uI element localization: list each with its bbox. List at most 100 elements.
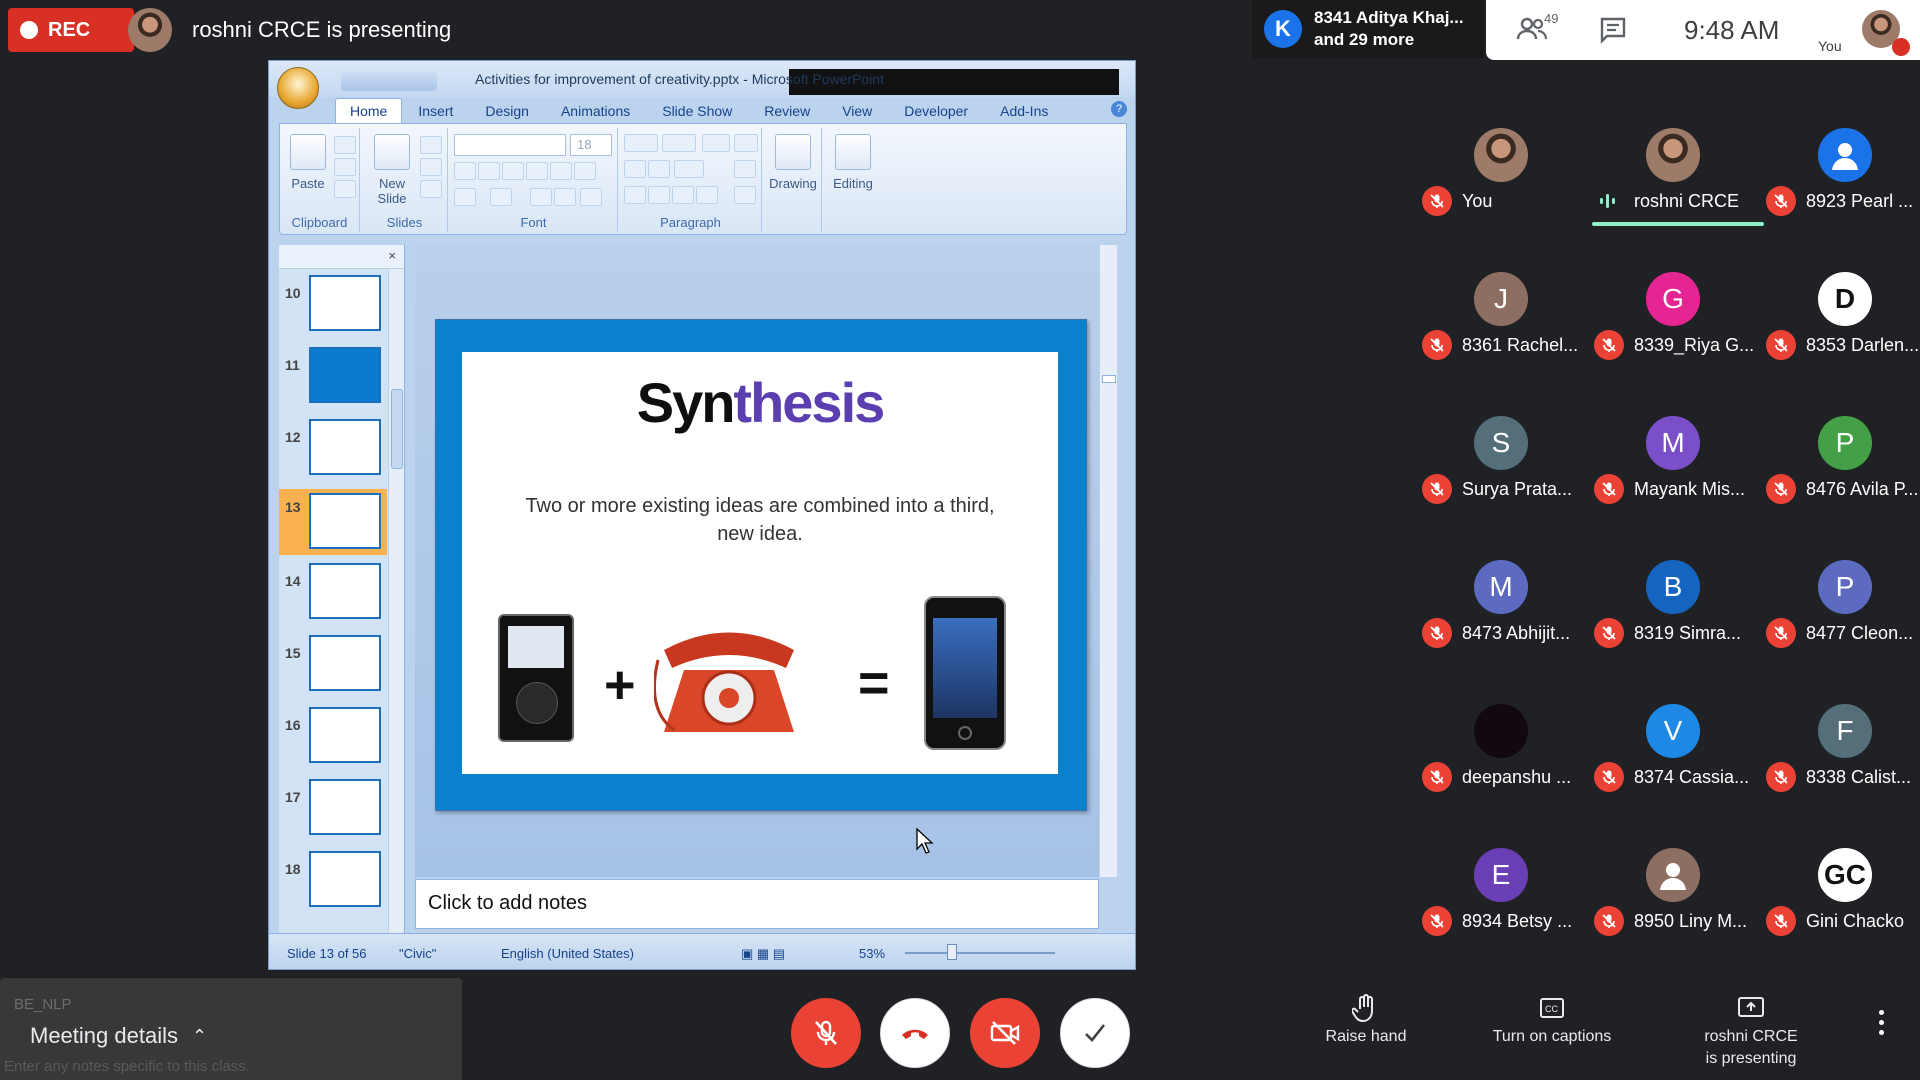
thumbnail-11[interactable]: 11 bbox=[279, 347, 387, 409]
participant-tile[interactable]: P 8477 Cleon... bbox=[1756, 516, 1920, 660]
extension-check-button[interactable] bbox=[1060, 998, 1130, 1068]
justify-icon[interactable] bbox=[696, 186, 718, 204]
layout-icon[interactable] bbox=[420, 136, 442, 154]
participant-tile[interactable]: roshni CRCE bbox=[1584, 84, 1764, 228]
new-slide-button[interactable]: New Slide bbox=[366, 134, 418, 206]
italic-icon[interactable] bbox=[478, 162, 500, 180]
align-left-icon[interactable] bbox=[624, 186, 646, 204]
tab-design[interactable]: Design bbox=[469, 103, 545, 123]
cut-icon[interactable] bbox=[334, 136, 356, 154]
participant-tile[interactable]: 8923 Pearl ... bbox=[1756, 84, 1920, 228]
participant-tile[interactable]: GC Gini Chacko bbox=[1756, 804, 1920, 948]
drawing-button[interactable]: Drawing bbox=[767, 134, 819, 191]
paste-button[interactable]: Paste bbox=[282, 134, 334, 191]
format-painter-icon[interactable] bbox=[334, 180, 356, 198]
participant-tile[interactable]: B 8319 Simra... bbox=[1584, 516, 1756, 660]
font-name-select[interactable] bbox=[454, 134, 566, 156]
editing-button[interactable]: Editing bbox=[827, 134, 879, 191]
raise-hand-button[interactable]: Raise hand bbox=[1316, 992, 1416, 1048]
participant-tile[interactable]: P 8476 Avila P... bbox=[1756, 372, 1920, 516]
active-participant-chip[interactable]: K 8341 Aditya Khaj... and 29 more bbox=[1252, 0, 1484, 58]
captions-button[interactable]: CC Turn on captions bbox=[1482, 992, 1622, 1048]
line-spacing-icon[interactable] bbox=[702, 134, 730, 152]
editing-label: Editing bbox=[833, 176, 873, 191]
participant-tile[interactable]: F 8338 Calist... bbox=[1756, 660, 1920, 804]
participant-tile[interactable]: 8950 Liny M... bbox=[1584, 804, 1756, 948]
participant-tile[interactable]: E 8934 Betsy ... bbox=[1412, 804, 1584, 948]
presenting-button[interactable]: roshni CRCE is presenting bbox=[1686, 992, 1816, 1070]
mic-muted-icon bbox=[1594, 330, 1624, 360]
char-spacing-icon[interactable] bbox=[574, 162, 596, 180]
zoom-slider[interactable] bbox=[905, 952, 1055, 954]
delete-slide-icon[interactable] bbox=[420, 180, 442, 198]
thumbnail-13-selected[interactable]: 13 bbox=[279, 489, 387, 555]
grow-font-icon[interactable] bbox=[530, 188, 552, 206]
align-text-icon[interactable] bbox=[734, 160, 756, 178]
columns-icon[interactable] bbox=[674, 160, 704, 178]
slide-scrollbar[interactable] bbox=[1099, 245, 1117, 877]
participant-tile[interactable]: G 8339_Riya G... bbox=[1584, 228, 1756, 372]
underline-icon[interactable] bbox=[502, 162, 524, 180]
more-options-icon[interactable] bbox=[1876, 1010, 1886, 1040]
tab-developer[interactable]: Developer bbox=[888, 103, 984, 123]
thumbnail-16[interactable]: 16 bbox=[279, 707, 387, 769]
zoom-slider-thumb[interactable] bbox=[947, 944, 957, 960]
tab-insert[interactable]: Insert bbox=[402, 103, 469, 123]
participant-tile[interactable]: D 8353 Darlen... bbox=[1756, 228, 1920, 372]
thumbnail-15[interactable]: 15 bbox=[279, 635, 387, 697]
paragraph-group: Paragraph bbox=[620, 128, 762, 232]
thumbnail-14[interactable]: 14 bbox=[279, 563, 387, 625]
participant-tile[interactable]: deepanshu ... bbox=[1412, 660, 1584, 804]
smartart-icon[interactable] bbox=[734, 186, 756, 204]
meeting-details-panel[interactable]: BE_NLP Meeting details ⌃ Enter any notes… bbox=[0, 978, 462, 1080]
microphone-toggle-button[interactable] bbox=[791, 998, 861, 1068]
clear-format-icon[interactable] bbox=[580, 188, 602, 206]
notes-field[interactable]: Click to add notes bbox=[415, 879, 1099, 929]
tab-add-ins[interactable]: Add-Ins bbox=[984, 103, 1064, 123]
thumbnail-image bbox=[309, 419, 381, 475]
tab-animations[interactable]: Animations bbox=[545, 103, 646, 123]
align-center-icon[interactable] bbox=[648, 186, 670, 204]
people-button[interactable]: 49 bbox=[1516, 11, 1558, 45]
chat-button[interactable] bbox=[1598, 15, 1628, 45]
help-icon[interactable]: ? bbox=[1111, 101, 1127, 117]
view-buttons-icon[interactable]: ▣ ▦ ▤ bbox=[741, 946, 785, 962]
shrink-font-icon[interactable] bbox=[554, 188, 576, 206]
increase-indent-icon[interactable] bbox=[648, 160, 670, 178]
leave-call-button[interactable] bbox=[880, 998, 950, 1068]
reset-icon[interactable] bbox=[420, 158, 442, 176]
bullets-icon[interactable] bbox=[624, 134, 658, 152]
participant-tile[interactable]: M Mayank Mis... bbox=[1584, 372, 1756, 516]
strikethrough-icon[interactable] bbox=[526, 162, 548, 180]
thumbnail-18[interactable]: 18 bbox=[279, 851, 387, 913]
shadow-icon[interactable] bbox=[550, 162, 572, 180]
close-pane-icon[interactable]: × bbox=[388, 248, 396, 263]
language-status[interactable]: English (United States) bbox=[501, 946, 634, 961]
quick-access-toolbar[interactable] bbox=[341, 71, 437, 91]
participant-tile[interactable]: You bbox=[1412, 84, 1584, 228]
participant-tile[interactable]: M 8473 Abhijit... bbox=[1412, 516, 1584, 660]
tab-review[interactable]: Review bbox=[748, 103, 826, 123]
decrease-indent-icon[interactable] bbox=[624, 160, 646, 178]
change-case-icon[interactable] bbox=[490, 188, 512, 206]
tab-view[interactable]: View bbox=[826, 103, 888, 123]
font-color-icon[interactable] bbox=[454, 188, 476, 206]
thumbnail-17[interactable]: 17 bbox=[279, 779, 387, 841]
current-slide[interactable]: Synthesis Two or more existing ideas are… bbox=[435, 319, 1087, 811]
thumbnails-scrollbar[interactable] bbox=[388, 269, 404, 935]
camera-toggle-button[interactable] bbox=[970, 998, 1040, 1068]
participant-tile[interactable]: S Surya Prata... bbox=[1412, 372, 1584, 516]
font-size-select[interactable]: 18 bbox=[570, 134, 612, 156]
participant-tile[interactable]: V 8374 Cassia... bbox=[1584, 660, 1756, 804]
tab-slide-show[interactable]: Slide Show bbox=[646, 103, 748, 123]
align-right-icon[interactable] bbox=[672, 186, 694, 204]
thumbnail-10[interactable]: 10 bbox=[279, 275, 387, 337]
copy-icon[interactable] bbox=[334, 158, 356, 176]
text-direction-icon[interactable] bbox=[734, 134, 758, 152]
thumbnail-12[interactable]: 12 bbox=[279, 419, 387, 481]
participant-tile[interactable]: J 8361 Rachel... bbox=[1412, 228, 1584, 372]
tab-home[interactable]: Home bbox=[335, 98, 403, 123]
numbering-icon[interactable] bbox=[662, 134, 696, 152]
bold-icon[interactable] bbox=[454, 162, 476, 180]
zoom-level[interactable]: 53% bbox=[859, 946, 885, 961]
